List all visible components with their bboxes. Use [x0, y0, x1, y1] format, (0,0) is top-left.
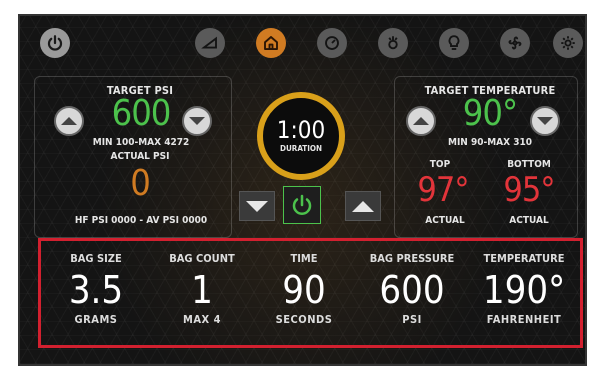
stat-unit: MAX 4: [183, 313, 221, 326]
target-psi-value: 600: [111, 93, 172, 134]
stat-bag-count: BAG COUNT 1 MAX 4: [152, 252, 252, 326]
top-temperature-value: 97°: [417, 170, 469, 210]
psi-range: MIN 100-MAX 4272: [92, 137, 190, 148]
stat-unit: PSI: [402, 313, 422, 326]
psi-decrease-button[interactable]: [54, 106, 84, 136]
stat-unit: FAHRENHEIT: [486, 313, 562, 326]
duration-increase-button[interactable]: [345, 191, 381, 221]
temperature-range: MIN 90-MAX 310: [448, 137, 532, 148]
power-icon[interactable]: [40, 28, 70, 58]
stat-label: BAG COUNT: [169, 252, 235, 265]
top-label: TOP: [429, 159, 451, 170]
stat-label: TIME: [290, 252, 318, 265]
stat-value: 90: [282, 268, 326, 312]
start-power-icon: [292, 194, 312, 215]
stat-label: BAG SIZE: [70, 252, 122, 265]
stat-value: 1: [191, 268, 213, 312]
stat-value: 3.5: [68, 268, 124, 312]
bulb-icon[interactable]: [439, 28, 469, 58]
start-button[interactable]: [283, 186, 321, 224]
actual-psi-value: 0: [130, 163, 151, 204]
stat-temperature: TEMPERATURE 190° FAHRENHEIT: [474, 252, 574, 326]
stat-label: BAG PRESSURE: [369, 252, 455, 265]
stat-bag-pressure: BAG PRESSURE 600 PSI: [362, 252, 462, 326]
duration-time: 1:00: [276, 116, 326, 144]
bottom-temperature-value: 95°: [503, 170, 555, 210]
psi-footer: HF PSI 0000 - AV PSI 0000: [74, 215, 208, 226]
stat-label: TEMPERATURE: [483, 252, 565, 265]
stat-bag-size: BAG SIZE 3.5 GRAMS: [46, 252, 146, 326]
gauge-icon[interactable]: [317, 28, 347, 58]
stat-value: 600: [379, 268, 445, 312]
temp-increase-button[interactable]: [530, 106, 560, 136]
settings-icon[interactable]: [553, 28, 583, 58]
target-temperature-value: 90°: [462, 93, 518, 134]
slider-icon[interactable]: [195, 28, 225, 58]
stat-value: 190°: [482, 268, 566, 312]
fan-icon[interactable]: [500, 28, 530, 58]
actual-psi-label: ACTUAL PSI: [110, 151, 170, 162]
psi-increase-button[interactable]: [182, 106, 212, 136]
duration-label: DURATION: [279, 144, 323, 153]
temp-decrease-button[interactable]: [406, 106, 436, 136]
stat-unit: GRAMS: [74, 313, 118, 326]
stat-unit: SECONDS: [275, 313, 333, 326]
duration-decrease-button[interactable]: [239, 191, 275, 221]
top-actual-label: ACTUAL: [425, 215, 465, 226]
home-icon[interactable]: [256, 28, 286, 58]
temperature-icon[interactable]: [378, 28, 408, 58]
stat-time: TIME 90 SECONDS: [254, 252, 354, 326]
bottom-label: BOTTOM: [507, 159, 551, 170]
bottom-actual-label: ACTUAL: [509, 215, 549, 226]
